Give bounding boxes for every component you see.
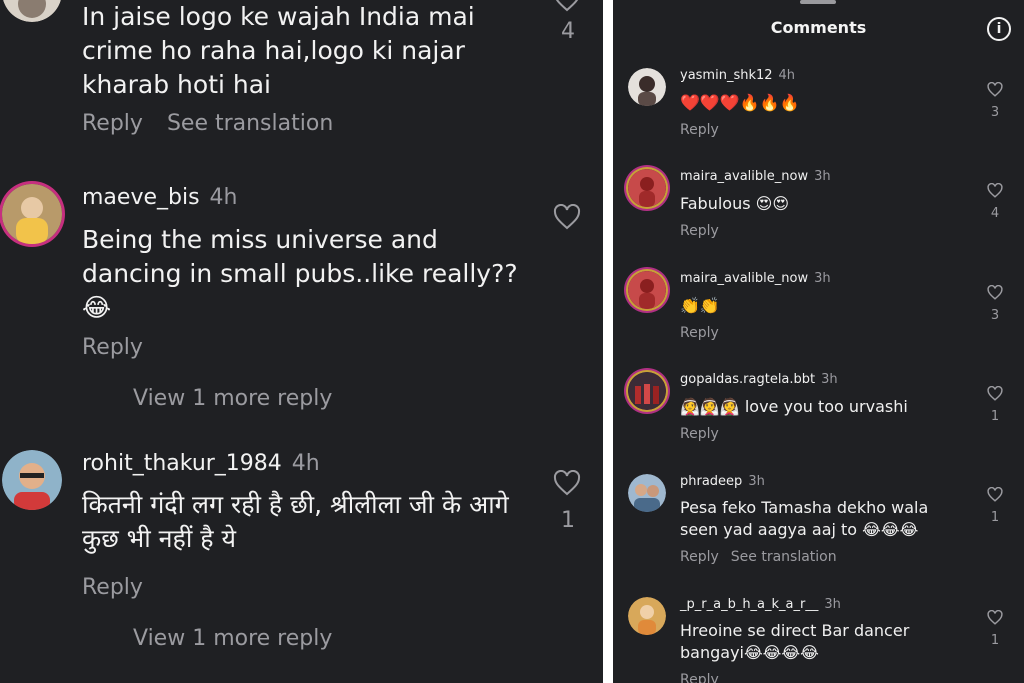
comment-text: Pesa feko Tamasha dekho wala seen yad aa…	[680, 498, 929, 539]
avatar[interactable]	[628, 271, 666, 309]
like-count: 4	[990, 206, 1000, 221]
reply-button[interactable]: Reply	[680, 549, 719, 565]
right-comments-panel: Comments i yasmin_shk12 4h ❤️❤️❤️🔥🔥🔥 Repl…	[613, 0, 1024, 683]
heart-icon[interactable]	[987, 183, 1003, 198]
heart-icon[interactable]	[987, 610, 1003, 625]
comment-username[interactable]: maira_avalible_now	[680, 169, 808, 184]
comment-text: Being the miss universe and dancing in s…	[82, 225, 518, 322]
info-icon[interactable]: i	[987, 17, 1011, 41]
comment-username[interactable]: _p_r_a_b_h_a_k_a_r__	[680, 597, 818, 612]
comment-text: कितनी गंदी लग रही है छी, श्रीलीला जी के …	[82, 490, 509, 553]
comment-time: 4h	[291, 451, 320, 476]
comment-username[interactable]: maeve_bis	[82, 185, 200, 210]
heart-icon[interactable]	[987, 386, 1003, 401]
heart-icon[interactable]	[553, 470, 581, 496]
comment-time: 3h	[748, 474, 765, 489]
view-more-replies[interactable]: View 1 more reply	[133, 386, 332, 411]
comment-actions: Reply	[680, 672, 719, 683]
comment-text: 👰👰👰 love you too urvashi	[680, 397, 908, 416]
like-count: 1	[561, 508, 575, 533]
comment-time: 3h	[814, 169, 831, 184]
avatar[interactable]	[628, 372, 666, 410]
comment-time: 4h	[778, 68, 796, 83]
comment-actions: Reply	[680, 223, 719, 239]
comment-time: 3h	[821, 372, 838, 387]
comment-actions: Reply See translation	[82, 111, 333, 136]
reply-button[interactable]: Reply	[82, 111, 143, 136]
comments-title: Comments	[770, 18, 867, 37]
see-translation-button[interactable]: See translation	[167, 111, 333, 136]
like-count: 3	[990, 308, 1000, 323]
drag-handle[interactable]	[800, 0, 836, 4]
like-count: 4	[561, 19, 575, 44]
comment-username[interactable]: gopaldas.ragtela.bbt	[680, 372, 815, 387]
comment-username[interactable]: maira_avalible_now	[680, 271, 808, 286]
comment-username[interactable]: yasmin_shk12	[680, 68, 773, 83]
avatar[interactable]	[628, 68, 666, 106]
avatar[interactable]	[628, 474, 666, 512]
avatar[interactable]	[2, 450, 62, 510]
heart-icon[interactable]	[553, 0, 581, 12]
heart-icon[interactable]	[987, 82, 1003, 97]
avatar[interactable]	[628, 597, 666, 635]
comment-text: Hreoine se direct Bar dancer bangayi😂😂😂😂	[680, 621, 910, 662]
heart-icon[interactable]	[553, 204, 581, 230]
comment-actions: Reply	[680, 325, 719, 341]
comment-actions: Reply See translation	[680, 549, 837, 565]
reply-button[interactable]: Reply	[82, 575, 143, 600]
reply-button[interactable]: Reply	[680, 672, 719, 683]
comment-text: 👏👏	[680, 296, 720, 315]
comment-actions: Reply	[82, 335, 143, 360]
avatar[interactable]	[2, 0, 62, 22]
reply-button[interactable]: Reply	[680, 223, 719, 239]
reply-button[interactable]: Reply	[82, 335, 143, 360]
like-count: 3	[990, 105, 1000, 120]
avatar[interactable]	[628, 169, 666, 207]
comment-time: 3h	[824, 597, 841, 612]
like-count: 1	[990, 633, 1000, 648]
left-comments-panel: In jaise logo ke wajah India mai crime h…	[0, 0, 603, 683]
comment-text: ❤️❤️❤️🔥🔥🔥	[680, 93, 800, 112]
reply-button[interactable]: Reply	[680, 122, 719, 138]
comment-text: In jaise logo ke wajah India mai crime h…	[82, 2, 475, 99]
panel-divider	[603, 0, 613, 683]
like-count: 1	[990, 409, 1000, 424]
view-more-replies[interactable]: View 1 more reply	[133, 626, 332, 651]
heart-icon[interactable]	[987, 285, 1003, 300]
comment-actions: Reply	[82, 575, 143, 600]
comment-time: 3h	[814, 271, 831, 286]
comment-actions: Reply	[680, 122, 719, 138]
like-count: 1	[990, 510, 1000, 525]
heart-icon[interactable]	[987, 487, 1003, 502]
comment-username[interactable]: rohit_thakur_1984	[82, 451, 282, 476]
avatar[interactable]	[2, 184, 62, 244]
see-translation-button[interactable]: See translation	[731, 549, 837, 565]
comment-time: 4h	[209, 185, 238, 210]
comment-text: Fabulous 😍😍	[680, 194, 789, 213]
comment-username[interactable]: phradeep	[680, 474, 742, 489]
comment-actions: Reply	[680, 426, 719, 442]
reply-button[interactable]: Reply	[680, 426, 719, 442]
reply-button[interactable]: Reply	[680, 325, 719, 341]
